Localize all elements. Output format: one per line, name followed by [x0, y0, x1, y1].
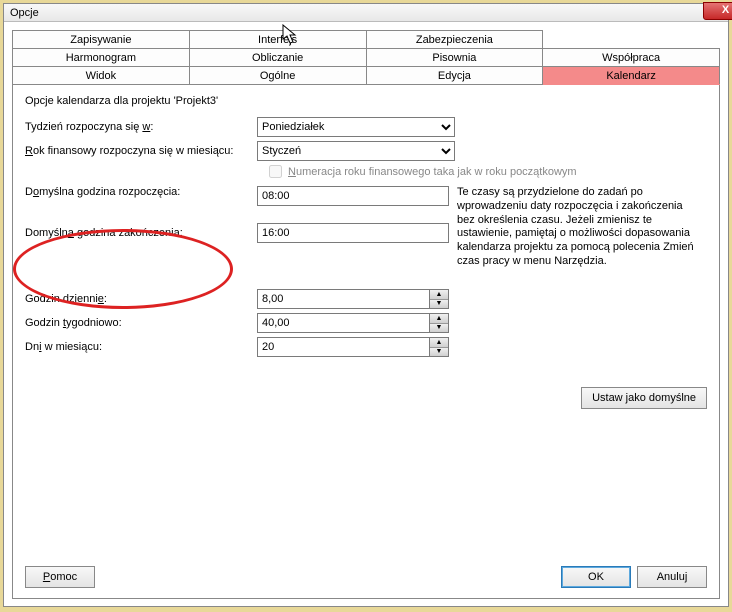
options-dialog: Opcje X Zapisywanie Interfejs Zabezpiecz… [3, 3, 729, 607]
input-default-end[interactable] [257, 223, 449, 243]
label-week-start: Tydzień rozpoczyna się w: [25, 121, 249, 133]
tab-kalendarz[interactable]: Kalendarz [543, 67, 720, 85]
cancel-button[interactable]: Anuluj [637, 566, 707, 588]
hours-day-spin-up[interactable]: ▲ [430, 290, 448, 299]
days-month-spin-up[interactable]: ▲ [430, 338, 448, 347]
label-fy-numbering: Numeracja roku finansowego taka jak w ro… [288, 166, 577, 178]
ok-button[interactable]: OK [561, 566, 631, 588]
label-days-month: Dni w miesiącu: [25, 341, 249, 353]
close-button[interactable]: X [703, 2, 732, 20]
tab-bar: Zapisywanie Interfejs Zabezpieczenia Har… [12, 30, 720, 85]
label-default-end: Domyślna godzina zakończenia: [25, 227, 249, 239]
hours-week-spin-up[interactable]: ▲ [430, 314, 448, 323]
tab-zapisywanie[interactable]: Zapisywanie [13, 31, 190, 49]
tab-empty [543, 31, 720, 49]
set-default-button[interactable]: Ustaw jako domyślne [581, 387, 707, 409]
help-button[interactable]: Pomoc [25, 566, 95, 588]
label-hours-day: Godzin dziennie: [25, 293, 249, 305]
section-title: Opcje kalendarza dla projektu 'Projekt3' [25, 95, 707, 107]
tab-zabezpieczenia[interactable]: Zabezpieczenia [366, 31, 543, 49]
title-bar: Opcje X [4, 4, 728, 22]
window-title: Opcje [10, 7, 39, 19]
label-default-start: Domyślna godzina rozpoczęcia: [25, 186, 249, 198]
input-default-start[interactable] [257, 186, 449, 206]
hours-week-spin-down[interactable]: ▼ [430, 323, 448, 332]
input-hours-week[interactable] [257, 313, 429, 333]
days-month-spin-down[interactable]: ▼ [430, 347, 448, 356]
tab-harmonogram[interactable]: Harmonogram [13, 49, 190, 67]
input-hours-day[interactable] [257, 289, 429, 309]
tab-edycja[interactable]: Edycja [366, 67, 543, 85]
tab-wspolpraca[interactable]: Współpraca [543, 49, 720, 67]
label-hours-week: Godzin tygodniowo: [25, 317, 249, 329]
label-fy-start: Rok finansowy rozpoczyna się w miesiącu: [25, 145, 249, 157]
info-text: Te czasy są przydzielone do zadań po wpr… [457, 186, 701, 269]
tab-widok[interactable]: Widok [13, 67, 190, 85]
chk-fy-numbering [269, 165, 282, 178]
tab-obliczanie[interactable]: Obliczanie [189, 49, 366, 67]
tab-interfejs[interactable]: Interfejs [189, 31, 366, 49]
tab-ogolne[interactable]: Ogólne [189, 67, 366, 85]
hours-day-spin-down[interactable]: ▼ [430, 299, 448, 308]
combo-fy-start[interactable]: Styczeń [257, 141, 455, 161]
tab-page-kalendarz: Opcje kalendarza dla projektu 'Projekt3'… [12, 85, 720, 599]
tab-pisownia[interactable]: Pisownia [366, 49, 543, 67]
input-days-month[interactable] [257, 337, 429, 357]
combo-week-start[interactable]: Poniedziałek [257, 117, 455, 137]
